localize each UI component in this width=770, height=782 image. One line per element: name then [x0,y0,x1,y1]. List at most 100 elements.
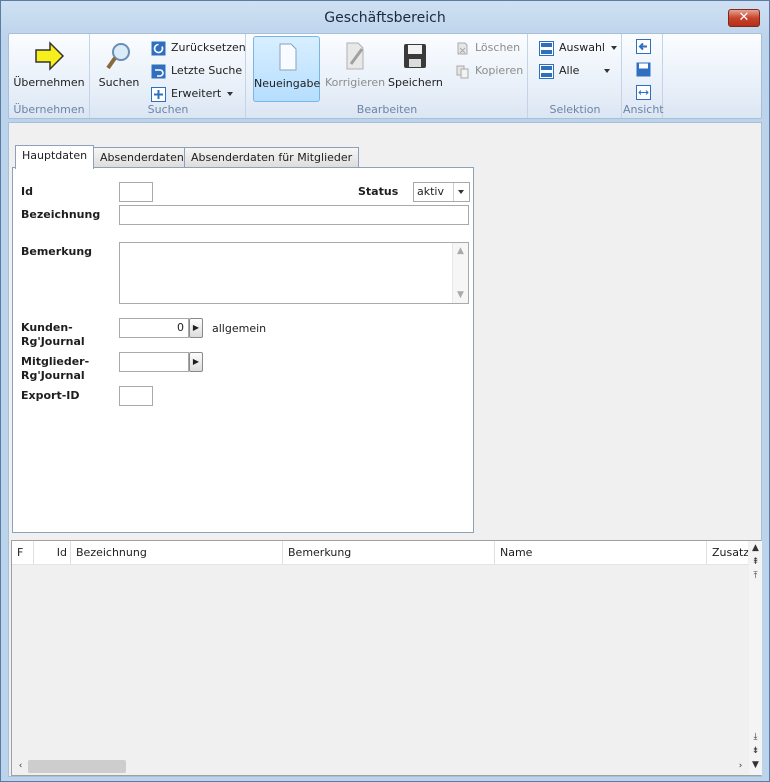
auswahl-dropdown[interactable]: Auswahl [539,38,617,58]
play-icon: ▶ [192,357,200,366]
select-all-icon [539,63,554,79]
horizontal-scrollbar[interactable]: ‹ › [12,758,749,775]
window-title: Geschäftsbereich [324,10,446,26]
loeschen-label: Löschen [475,41,521,54]
chevron-down-icon [227,92,234,96]
scroll-top-icon[interactable]: ⤒ [749,570,762,582]
letzte-suche-label: Letzte Suche [171,64,243,77]
korrigieren-button[interactable]: Korrigieren [325,36,386,102]
page-down-icon[interactable]: ⇟ [749,745,762,757]
export-id-field[interactable] [119,386,153,406]
chevron-down-icon [458,190,464,194]
magnifier-icon [106,43,130,70]
column-header-f[interactable]: F [12,541,34,565]
grid-header: F Id Bezeichnung Bemerkung Name Zusatz [12,541,748,565]
column-header-bezeichnung[interactable]: Bezeichnung [71,541,283,565]
korrigieren-label: Korrigieren [325,76,386,89]
uebernehmen-button[interactable]: Übernehmen [13,36,85,102]
copy-icon [456,65,469,78]
scroll-up-icon[interactable]: ▲ [454,245,467,257]
scroll-left-icon[interactable]: ‹ [14,760,27,772]
new-document-icon [279,43,296,71]
play-icon: ▶ [192,323,200,332]
title-bar[interactable]: Geschäftsbereich ✕ [1,1,769,33]
save-icon [404,44,426,68]
column-header-bemerkung[interactable]: Bemerkung [283,541,495,565]
kunden-journal-note: allgemein [212,322,267,335]
suchen-label: Suchen [98,76,140,89]
speichern-button[interactable]: Speichern [388,36,443,102]
delete-icon [457,42,468,54]
kunden-label-2: Rg'Journal [21,335,85,348]
auswahl-label: Auswahl [559,41,605,54]
scroll-bottom-icon[interactable]: ⤓ [749,731,762,743]
bezeichnung-field[interactable] [119,205,469,225]
suchen-button[interactable]: Suchen [95,36,143,102]
group-label-uebernehmen: Übernehmen [13,103,85,116]
horizontal-scroll-thumb[interactable] [28,760,126,773]
group-suchen: Suchen Zurücksetzen Letzte Suche Erweite… [91,34,246,118]
scroll-down-icon[interactable]: ▼ [749,759,762,771]
mitglieder-journal-button[interactable]: ▶ [189,352,203,372]
kunden-label-1: Kunden- [21,321,73,334]
scroll-down-icon[interactable]: ▼ [454,289,467,301]
plus-icon [151,86,166,102]
arrow-right-icon [35,41,65,71]
letzte-suche-button[interactable]: Letzte Suche [151,61,242,81]
uebernehmen-label: Übernehmen [13,76,85,89]
group-bearbeiten: Neueingabe Korrigieren Speichern Löschen… [247,34,528,118]
status-select[interactable]: aktiv [413,182,470,202]
data-grid: F Id Bezeichnung Bemerkung Name Zusatz ▲… [11,540,762,776]
bezeichnung-label: Bezeichnung [21,208,101,221]
mitglieder-journal-field[interactable] [119,352,189,372]
scroll-up-icon[interactable]: ▲ [749,542,762,554]
group-uebernehmen: Übernehmen Übernehmen [9,34,90,118]
zuruecksetzen-button[interactable]: Zurücksetzen [151,38,246,58]
kopieren-button[interactable]: Kopieren [455,61,523,81]
vertical-scrollbar[interactable]: ▲ ⇞ ⤒ ⤓ ⇟ ▼ [749,541,762,775]
save-view-icon[interactable] [636,62,651,77]
id-label: Id [21,185,33,198]
import-icon[interactable] [636,39,651,54]
bemerkung-label: Bemerkung [21,245,93,258]
form-panel: Id Status aktiv Bezeichnung Bemerkung ▲ … [12,167,474,533]
speichern-label: Speichern [388,76,443,89]
tab-absenderdaten[interactable]: Absenderdaten [93,147,191,168]
content-area: Hauptdaten Absenderdaten Absenderdaten f… [8,122,762,777]
mitglieder-label-1: Mitglieder- [21,355,90,368]
page-up-icon[interactable]: ⇞ [749,556,762,568]
status-dropdown-button[interactable] [453,183,469,201]
scroll-right-icon[interactable]: › [734,760,747,772]
column-header-id[interactable]: Id [34,541,71,565]
mitglieder-label-2: Rg'Journal [21,369,85,382]
tab-hauptdaten[interactable]: Hauptdaten [15,145,95,169]
loeschen-button[interactable]: Löschen [455,38,520,58]
alle-dropdown[interactable]: Alle [539,61,611,81]
window: Geschäftsbereich ✕ Übernehmen Übernehmen… [0,0,770,782]
tab-absenderdaten-mitglieder[interactable]: Absenderdaten für Mitglieder [184,147,360,168]
alle-label: Alle [559,64,580,77]
neueingabe-label: Neueingabe [254,77,321,90]
zuruecksetzen-label: Zurücksetzen [171,41,246,54]
erweitert-label: Erweitert [171,87,222,100]
chevron-down-icon [611,46,617,50]
column-header-name[interactable]: Name [495,541,707,565]
reset-icon [151,41,166,55]
kunden-journal-button[interactable]: ▶ [189,318,203,338]
chevron-down-icon [604,69,611,73]
edit-icon [346,42,364,70]
close-button[interactable]: ✕ [728,9,760,27]
column-header-zusatz[interactable]: Zusatz [707,541,748,565]
bemerkung-textarea[interactable]: ▲ ▼ [119,242,469,304]
selection-icon [539,40,554,56]
neueingabe-button[interactable]: Neueingabe [253,36,320,102]
group-ansicht: Ansicht [623,34,664,118]
erweitert-button[interactable]: Erweitert [151,84,234,104]
ribbon: Übernehmen Übernehmen Suchen Zurücksetze… [8,33,762,119]
fit-width-icon[interactable] [636,85,651,100]
kunden-journal-field[interactable]: 0 [119,318,189,338]
bemerkung-scrollbar[interactable]: ▲ ▼ [452,243,468,303]
group-selektion: Auswahl Alle Selektion [529,34,622,118]
group-label-bearbeiten: Bearbeiten [356,103,418,116]
id-field[interactable] [119,182,153,202]
